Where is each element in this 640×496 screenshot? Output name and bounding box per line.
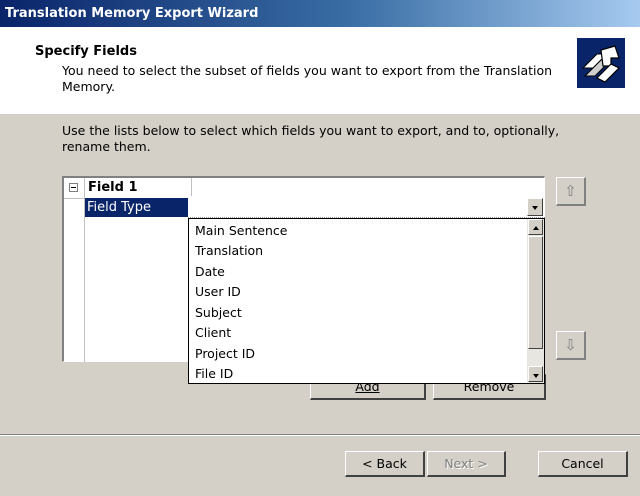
dropdown-option[interactable]: Subject <box>195 303 242 323</box>
cancel-button[interactable]: Cancel <box>538 451 628 477</box>
dropdown-option[interactable]: Translation <box>195 241 263 261</box>
move-up-button[interactable]: ⇧ <box>556 177 586 206</box>
grid-column-divider <box>191 178 192 198</box>
dropdown-option[interactable]: Date <box>195 262 225 282</box>
chevron-down-icon <box>533 374 539 378</box>
dropdown-option[interactable]: Client <box>195 323 231 343</box>
instructions-text: Use the lists below to select which fiel… <box>62 123 560 154</box>
field-type-combobox[interactable] <box>188 196 545 218</box>
chevron-up-icon <box>533 226 539 230</box>
field-type-dropdown-list[interactable]: Main Sentence Translation Date User ID S… <box>188 218 545 384</box>
back-button-label: < Back <box>362 456 407 471</box>
property-name: Field Type <box>87 200 151 215</box>
wizard-export-icon <box>577 38 625 88</box>
window-title: Translation Memory Export Wizard <box>5 6 259 21</box>
dropdown-scrollbar[interactable] <box>527 219 544 383</box>
page-description: You need to select the subset of fields … <box>62 63 553 94</box>
title-bar: Translation Memory Export Wizard <box>0 0 640 27</box>
header-divider <box>0 113 640 114</box>
back-button[interactable]: < Back <box>345 451 425 477</box>
scroll-up-button[interactable] <box>528 219 543 235</box>
next-button[interactable]: Next > <box>427 451 506 477</box>
cancel-button-label: Cancel <box>561 456 604 471</box>
arrow-down-icon: ⇩ <box>564 336 577 354</box>
chevron-down-icon <box>532 206 538 210</box>
next-button-label: Next > <box>444 456 488 471</box>
dropdown-option[interactable]: File ID <box>195 364 233 384</box>
dropdown-button[interactable] <box>527 198 543 216</box>
dropdown-option[interactable]: Main Sentence <box>195 221 287 241</box>
scroll-down-button[interactable] <box>528 366 543 382</box>
arrow-up-icon: ⇧ <box>564 182 577 200</box>
dropdown-option[interactable]: User ID <box>195 282 241 302</box>
move-down-button[interactable]: ⇩ <box>556 331 586 360</box>
collapse-icon[interactable] <box>69 183 78 192</box>
footer-divider-highlight <box>0 435 640 436</box>
scroll-thumb[interactable] <box>528 236 543 349</box>
dropdown-option[interactable]: Project ID <box>195 344 255 364</box>
field-group-label: Field 1 <box>88 180 138 195</box>
wizard-header: Specify Fields You need to select the su… <box>0 27 640 114</box>
grid-property-row-selected[interactable]: Field Type <box>85 198 191 217</box>
page-title: Specify Fields <box>35 44 137 59</box>
